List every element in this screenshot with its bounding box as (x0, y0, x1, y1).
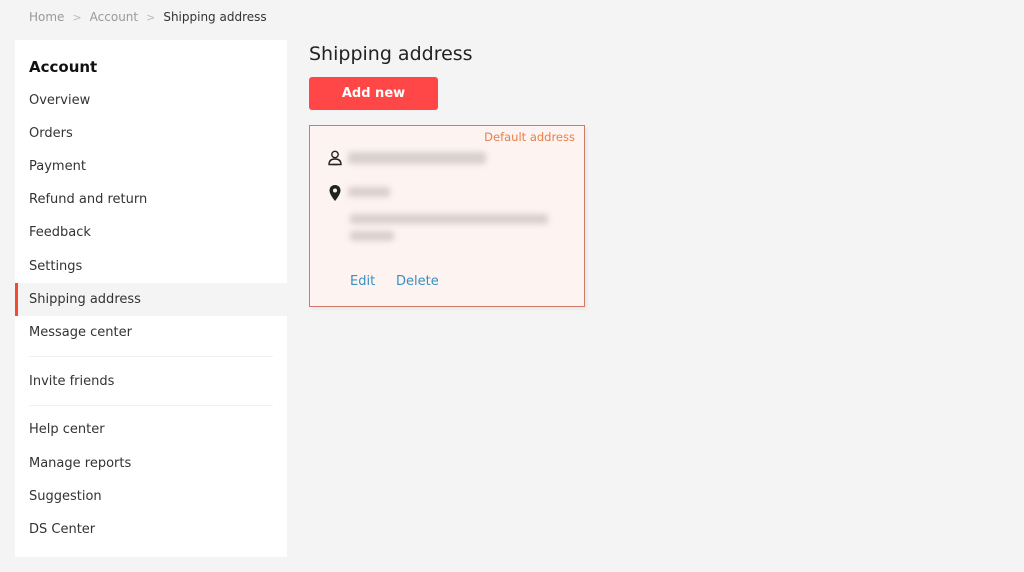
page-title: Shipping address (309, 43, 473, 65)
sidebar-divider (29, 405, 273, 406)
sidebar-divider (29, 356, 273, 357)
sidebar-item-feedback[interactable]: Feedback (15, 216, 287, 249)
address-line-2-redacted (350, 214, 548, 224)
sidebar-item-payment[interactable]: Payment (15, 150, 287, 183)
sidebar-item-overview[interactable]: Overview (15, 84, 287, 117)
sidebar-item-help-center[interactable]: Help center (15, 413, 287, 446)
sidebar-item-ds-center[interactable]: DS Center (15, 513, 287, 546)
account-sidebar: Account Overview Orders Payment Refund a… (15, 40, 287, 557)
breadcrumb-home[interactable]: Home (29, 10, 64, 24)
address-line-3-redacted (350, 231, 394, 241)
breadcrumb-separator: > (146, 10, 156, 24)
sidebar-item-orders[interactable]: Orders (15, 117, 287, 150)
person-icon (326, 149, 344, 167)
recipient-name-phone-redacted (348, 152, 486, 164)
breadcrumb-separator: > (72, 10, 82, 24)
add-new-address-button[interactable]: Add new (309, 77, 438, 110)
address-line-1-redacted (348, 187, 390, 197)
sidebar-title: Account (29, 58, 98, 76)
sidebar-item-refund-and-return[interactable]: Refund and return (15, 183, 287, 216)
edit-address-link[interactable]: Edit (350, 274, 375, 289)
default-address-badge: Default address (484, 130, 575, 144)
breadcrumb-current: Shipping address (163, 10, 267, 24)
sidebar-item-settings[interactable]: Settings (15, 250, 287, 283)
sidebar-item-invite-friends[interactable]: Invite friends (15, 365, 287, 398)
sidebar-item-shipping-address[interactable]: Shipping address (15, 283, 287, 316)
breadcrumb-account[interactable]: Account (90, 10, 138, 24)
sidebar-item-manage-reports[interactable]: Manage reports (15, 447, 287, 480)
breadcrumb: Home > Account > Shipping address (29, 10, 267, 24)
sidebar-item-message-center[interactable]: Message center (15, 316, 287, 349)
address-card: Default address Edit Delete (309, 125, 585, 307)
sidebar-item-suggestion[interactable]: Suggestion (15, 480, 287, 513)
location-pin-icon (326, 184, 344, 202)
delete-address-link[interactable]: Delete (396, 274, 439, 289)
